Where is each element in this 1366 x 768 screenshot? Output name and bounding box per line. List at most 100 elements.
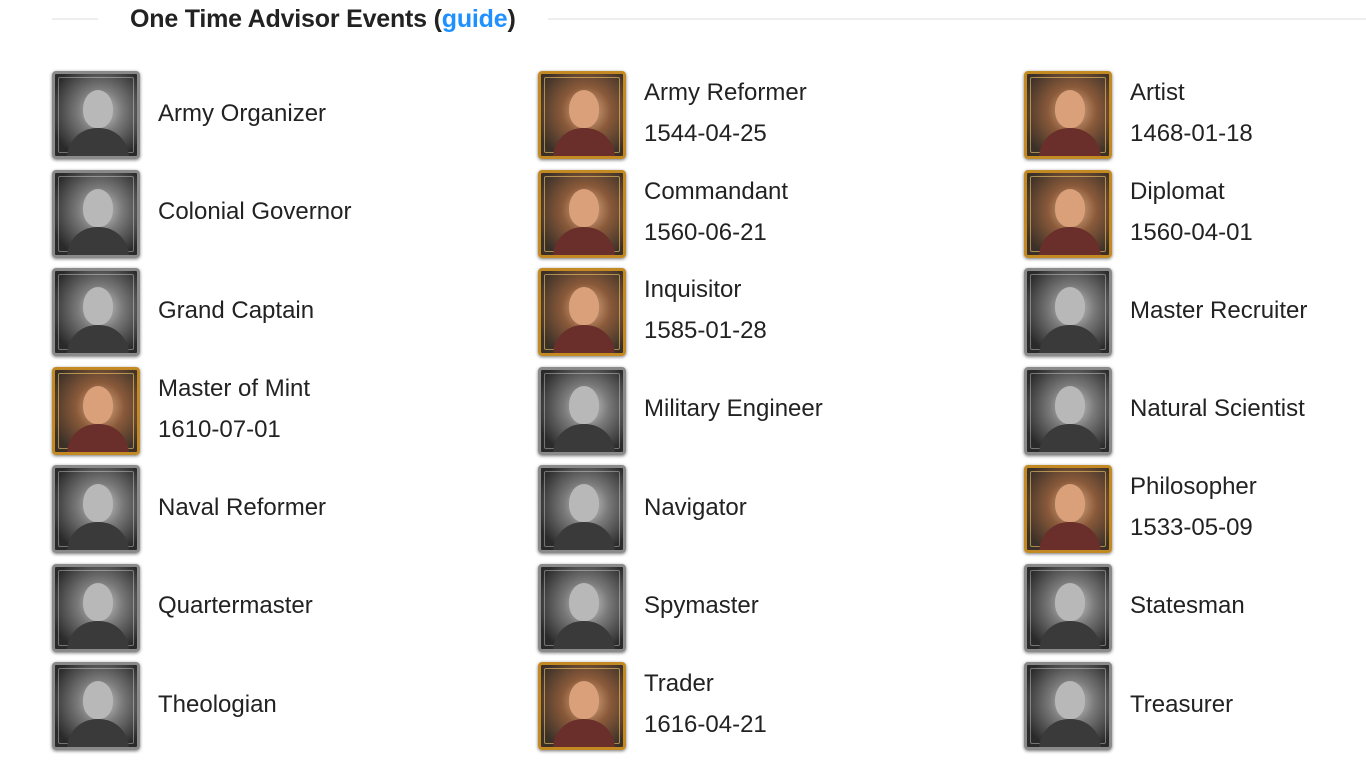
- advisor-item[interactable]: Trader 1616-04-21: [538, 661, 1024, 760]
- inquisitor-portrait-icon: [538, 268, 626, 356]
- portrait-head: [1055, 287, 1085, 325]
- colonial-governor-portrait-icon: [52, 169, 140, 258]
- advisor-date: 1585-01-28: [644, 317, 767, 344]
- advisor-item[interactable]: Diplomat 1560-04-01: [1024, 169, 1366, 268]
- section-title: One Time Advisor Events: [130, 4, 427, 33]
- advisor-info: Commandant 1560-06-21: [644, 169, 788, 255]
- advisor-info: Military Engineer: [644, 366, 823, 452]
- advisor-info: Philosopher 1533-05-09: [1130, 464, 1257, 550]
- portrait-head: [83, 582, 113, 621]
- advisor-date: 1533-05-09: [1130, 514, 1253, 541]
- advisor-item[interactable]: Statesman: [1024, 563, 1366, 662]
- advisor-item[interactable]: Master of Mint 1610-07-01: [52, 366, 538, 465]
- advisor-info: Diplomat 1560-04-01: [1130, 169, 1253, 255]
- advisor-info: Spymaster: [644, 563, 759, 649]
- artist-portrait-icon: [1024, 71, 1112, 159]
- advisor-info: Quartermaster: [158, 563, 313, 649]
- advisor-item[interactable]: Naval Reformer: [52, 464, 538, 563]
- portrait-head: [1055, 188, 1085, 227]
- advisor-info: Navigator: [644, 464, 747, 550]
- commandant-portrait-icon: [538, 169, 626, 258]
- spymaster-portrait-icon: [538, 563, 626, 652]
- advisor-name: Quartermaster: [158, 592, 313, 619]
- advisor-grid: Army Organizer Army Reformer 1544-04-25 Art…: [52, 70, 1366, 760]
- portrait-head: [1055, 582, 1085, 621]
- advisor-name: Master Recruiter: [1130, 296, 1308, 324]
- portrait-head: [1055, 681, 1085, 719]
- portrait-head: [83, 484, 113, 522]
- advisor-item[interactable]: Theologian: [52, 661, 538, 760]
- advisor-item[interactable]: Philosopher 1533-05-09: [1024, 464, 1366, 563]
- treasurer-portrait-icon: [1024, 662, 1112, 750]
- portrait-head: [569, 287, 599, 325]
- advisor-item[interactable]: Navigator: [538, 464, 1024, 563]
- portrait-head: [569, 582, 599, 621]
- advisor-info: Artist 1468-01-18: [1130, 70, 1253, 156]
- natural-scientist-portrait-icon: [1024, 366, 1112, 455]
- advisor-name: Grand Captain: [158, 296, 315, 324]
- advisor-item[interactable]: Army Organizer: [52, 70, 538, 169]
- advisor-item[interactable]: Quartermaster: [52, 563, 538, 662]
- advisor-item[interactable]: Treasurer: [1024, 661, 1366, 760]
- advisor-name: Army Reformer: [644, 79, 807, 106]
- advisor-name: Military Engineer: [644, 395, 823, 422]
- statesman-portrait-icon: [1024, 563, 1112, 652]
- advisor-name: Inquisitor: [644, 276, 742, 303]
- trader-portrait-icon: [538, 662, 626, 750]
- advisor-item[interactable]: Inquisitor 1585-01-28: [538, 267, 1024, 366]
- advisor-name: Master of Mint: [158, 374, 311, 402]
- advisor-info: Master of Mint 1610-07-01: [158, 366, 310, 452]
- advisor-name: Spymaster: [644, 592, 759, 619]
- portrait-head: [569, 681, 599, 719]
- portrait-head: [569, 188, 599, 227]
- portrait-head: [1055, 90, 1085, 128]
- quartermaster-portrait-icon: [52, 563, 140, 652]
- divider-rule-right: [547, 18, 1366, 20]
- portrait-head: [569, 385, 599, 424]
- advisor-info: Army Organizer: [158, 70, 326, 156]
- advisor-name: Naval Reformer: [158, 493, 327, 521]
- advisor-info: Treasurer: [1130, 661, 1233, 747]
- portrait-head: [83, 681, 113, 719]
- advisor-info: Natural Scientist: [1130, 366, 1305, 452]
- advisor-date: 1560-04-01: [1130, 218, 1253, 246]
- advisor-item[interactable]: Army Reformer 1544-04-25: [538, 70, 1024, 169]
- advisor-name: Diplomat: [1130, 177, 1225, 205]
- grand-captain-portrait-icon: [52, 268, 140, 356]
- portrait-head: [1055, 385, 1085, 424]
- section-heading: One Time Advisor Events (guide): [130, 5, 516, 34]
- advisor-item[interactable]: Natural Scientist: [1024, 366, 1366, 465]
- diplomat-portrait-icon: [1024, 169, 1112, 258]
- advisor-item[interactable]: Colonial Governor: [52, 169, 538, 268]
- advisor-item[interactable]: Spymaster: [538, 563, 1024, 662]
- close-paren: ): [507, 4, 516, 33]
- guide-link[interactable]: guide: [442, 5, 508, 33]
- advisor-date: 1560-06-21: [644, 218, 767, 246]
- advisor-name: Artist: [1130, 79, 1185, 106]
- advisor-date: 1468-01-18: [1130, 120, 1253, 147]
- theologian-portrait-icon: [52, 662, 140, 750]
- portrait-head: [569, 90, 599, 128]
- advisor-info: Naval Reformer: [158, 464, 326, 550]
- advisor-name: Trader: [644, 670, 714, 697]
- advisor-info: Army Reformer 1544-04-25: [644, 70, 807, 156]
- advisor-date: 1610-07-01: [158, 415, 281, 443]
- army-reformer-portrait-icon: [538, 71, 626, 159]
- army-organizer-portrait-icon: [52, 71, 140, 159]
- naval-reformer-portrait-icon: [52, 465, 140, 553]
- advisor-item[interactable]: Master Recruiter: [1024, 267, 1366, 366]
- advisor-name: Treasurer: [1130, 690, 1234, 718]
- advisor-info: Colonial Governor: [158, 169, 351, 255]
- advisor-item[interactable]: Grand Captain: [52, 267, 538, 366]
- advisor-info: Trader 1616-04-21: [644, 661, 767, 747]
- portrait-head: [83, 188, 113, 227]
- advisor-info: Theologian: [158, 661, 277, 747]
- advisor-name: Natural Scientist: [1130, 395, 1305, 422]
- advisor-item[interactable]: Military Engineer: [538, 366, 1024, 465]
- advisor-info: Master Recruiter: [1130, 267, 1307, 353]
- portrait-head: [83, 287, 113, 325]
- advisor-name: Colonial Governor: [158, 198, 352, 225]
- advisor-item[interactable]: Artist 1468-01-18: [1024, 70, 1366, 169]
- master-recruiter-portrait-icon: [1024, 268, 1112, 356]
- advisor-item[interactable]: Commandant 1560-06-21: [538, 169, 1024, 268]
